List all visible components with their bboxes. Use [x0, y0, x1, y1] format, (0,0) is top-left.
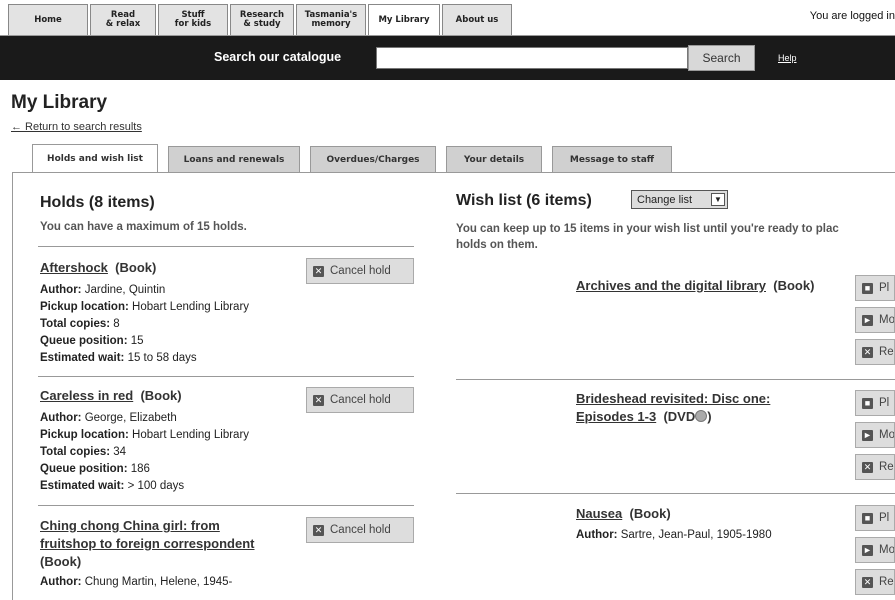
wish-item-title: Archives and the digital library (Book) — [576, 277, 814, 295]
wish-title-link[interactable]: Brideshead revisited: Disc one: — [576, 390, 770, 408]
hold-item-type: (Book) — [140, 388, 182, 403]
move-button[interactable]: ► Mo — [855, 537, 895, 563]
wish-title-link[interactable]: Episodes 1-3 — [576, 409, 656, 424]
hold-item-title: Aftershock (Book) — [40, 259, 156, 277]
help-link[interactable]: Help — [778, 53, 797, 63]
nav-tab-research-study[interactable]: Research & study — [230, 4, 294, 35]
change-list-label: Change list — [637, 193, 693, 206]
hold-title-link[interactable]: fruitshop to foreign correspondent — [40, 535, 302, 553]
cancel-hold-button[interactable]: ✕ Cancel hold — [306, 387, 414, 413]
holds-heading: Holds (8 items) — [40, 194, 155, 211]
wishlist-subtitle: You can keep up to 15 items in your wish… — [456, 223, 839, 251]
divider — [38, 376, 414, 377]
wish-item-title: Nausea (Book) — [576, 505, 671, 523]
hold-title-link[interactable]: Aftershock — [40, 260, 108, 275]
cancel-hold-button[interactable]: ✕ Cancel hold — [306, 517, 414, 543]
wishlist-heading: Wish list (6 items) — [456, 192, 592, 209]
search-input[interactable] — [376, 47, 688, 69]
hold-item-type: (Book) — [40, 554, 82, 569]
nav-tab-stuff-for-kids[interactable]: Stuff for kids — [158, 4, 228, 35]
close-icon: ✕ — [313, 394, 324, 406]
close-icon: ✕ — [862, 346, 873, 358]
change-list-select[interactable]: Change list ▼ — [631, 190, 728, 209]
tab-overdues-charges[interactable]: Overdues/Charges — [310, 146, 436, 172]
dvd-icon — [695, 410, 708, 422]
library-tabs: Holds and wish list Loans and renewals O… — [32, 144, 682, 173]
hold-item-title: Ching chong China girl: from fruitshop t… — [40, 517, 302, 571]
arrow-right-icon: ► — [862, 429, 873, 441]
hold-details: Author: George, Elizabeth Pickup locatio… — [40, 412, 250, 492]
chevron-down-icon: ▼ — [711, 193, 725, 206]
wish-title-link[interactable]: Nausea — [576, 506, 622, 521]
search-button[interactable]: Search — [688, 45, 755, 71]
return-to-search-link[interactable]: ← Return to search results — [11, 121, 142, 133]
nav-tab-my-library[interactable]: My Library — [368, 4, 440, 35]
close-icon: ✕ — [313, 265, 324, 277]
move-button[interactable]: ► Mo — [855, 422, 895, 448]
close-icon: ✕ — [862, 461, 873, 473]
close-icon: ✕ — [313, 524, 324, 536]
lock-icon: ■ — [862, 282, 873, 294]
place-hold-button[interactable]: ■ Pl — [855, 505, 895, 531]
nav-tab-home[interactable]: Home — [8, 4, 88, 35]
wish-item-type: (Book) — [629, 506, 671, 521]
close-icon: ✕ — [862, 576, 873, 588]
lock-icon: ■ — [862, 512, 873, 524]
place-hold-button[interactable]: ■ Pl — [855, 390, 895, 416]
hold-details: Author: Jardine, Quintin Pickup location… — [40, 284, 250, 364]
cancel-hold-button[interactable]: ✕ Cancel hold — [306, 258, 414, 284]
remove-button[interactable]: ✕ Re — [855, 339, 895, 365]
nav-tab-about-us[interactable]: About us — [442, 4, 512, 35]
arrow-right-icon: ► — [862, 314, 873, 326]
wish-item-type: (DVD — [663, 409, 696, 424]
tab-holds-and-wish-list[interactable]: Holds and wish list — [32, 144, 158, 173]
tab-your-details[interactable]: Your details — [446, 146, 542, 172]
arrow-right-icon: ► — [862, 544, 873, 556]
search-label: Search our catalogue — [214, 50, 342, 64]
nav-tab-read-relax[interactable]: Read & relax — [90, 4, 156, 35]
tab-loans-and-renewals[interactable]: Loans and renewals — [168, 146, 300, 172]
page-title: My Library — [11, 92, 108, 113]
hold-item-title: Careless in red (Book) — [40, 387, 182, 405]
holds-subtitle: You can have a maximum of 15 holds. — [40, 221, 247, 233]
divider — [456, 379, 895, 380]
lock-icon: ■ — [862, 397, 873, 409]
hold-title-link[interactable]: Ching chong China girl: from — [40, 517, 302, 535]
hold-details: Author: Chung Martin, Helene, 1945- — [40, 576, 233, 588]
divider — [456, 493, 895, 494]
logged-in-status: You are logged in — [809, 10, 895, 22]
wish-details: Author: Sartre, Jean-Paul, 1905-1980 — [576, 529, 772, 541]
tab-message-to-staff[interactable]: Message to staff — [552, 146, 672, 172]
wish-item-title: Brideshead revisited: Disc one: Episodes… — [576, 390, 770, 426]
wish-item-type: (Book) — [773, 278, 815, 293]
nav-tab-tasmanias-memory[interactable]: Tasmania's memory — [296, 4, 366, 35]
remove-button[interactable]: ✕ Re — [855, 454, 895, 480]
search-bar: Search our catalogue Search Help — [0, 36, 895, 80]
hold-title-link[interactable]: Careless in red — [40, 388, 133, 403]
divider — [38, 246, 414, 247]
remove-button[interactable]: ✕ Re — [855, 569, 895, 595]
cancel-hold-label: Cancel hold — [330, 265, 391, 277]
place-hold-button[interactable]: ■ Pl — [855, 275, 895, 301]
cancel-hold-label: Cancel hold — [330, 394, 391, 406]
move-button[interactable]: ► Mo — [855, 307, 895, 333]
wish-title-link[interactable]: Archives and the digital library — [576, 278, 766, 293]
wish-item-type-end: ) — [707, 409, 712, 424]
top-navigation: Home Read & relax Stuff for kids Research &… — [0, 0, 895, 36]
cancel-hold-label: Cancel hold — [330, 524, 391, 536]
divider — [38, 505, 414, 506]
hold-item-type: (Book) — [115, 260, 157, 275]
